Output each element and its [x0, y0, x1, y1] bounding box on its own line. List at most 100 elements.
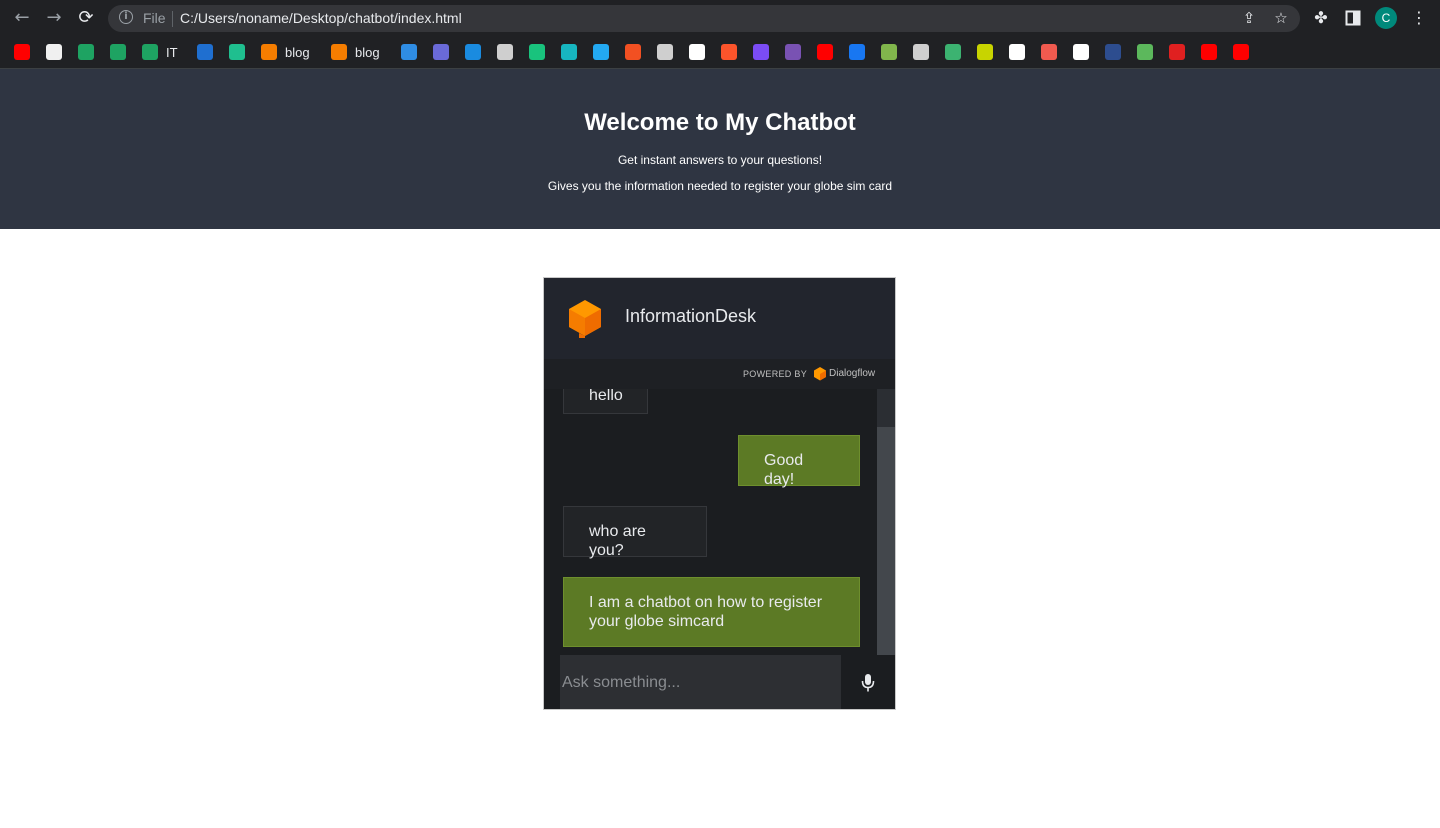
app-icon	[229, 44, 245, 60]
browser-chrome: ← → ⟳ i File C:/Users/noname/Desktop/cha…	[0, 0, 1440, 69]
back-arrow-icon[interactable]: ←	[10, 6, 34, 30]
bookmark-item[interactable]	[753, 44, 769, 60]
more-menu-icon[interactable]: ⋮	[1408, 7, 1430, 29]
bookmark-item[interactable]	[1009, 44, 1025, 60]
bookmark-item[interactable]	[625, 44, 641, 60]
bookmark-item[interactable]	[529, 44, 545, 60]
bookmark-item[interactable]: blog	[261, 44, 310, 60]
lock-icon	[1169, 44, 1185, 60]
bookmark-item[interactable]	[817, 44, 833, 60]
bookmark-label: blog	[285, 44, 310, 60]
github-icon	[46, 44, 62, 60]
page-subtitle: Get instant answers to your questions!	[617, 153, 823, 167]
bookmark-item[interactable]	[401, 44, 417, 60]
message-scrollbar[interactable]	[877, 389, 895, 655]
chat-input-bar	[544, 655, 895, 709]
globe-icon	[657, 44, 673, 60]
bookmark-item[interactable]	[881, 44, 897, 60]
profile-avatar[interactable]: C	[1375, 7, 1397, 29]
scrollbar-thumb[interactable]	[877, 427, 895, 655]
dialogflow-small-icon	[814, 367, 826, 381]
bookmark-item[interactable]	[657, 44, 673, 60]
share-icon[interactable]: ⇪	[1239, 8, 1259, 28]
site-info-icon[interactable]: i	[119, 10, 133, 24]
url-text[interactable]: C:/Users/noname/Desktop/chatbot/index.ht…	[180, 10, 462, 26]
wn-icon	[465, 44, 481, 60]
facebook-icon	[849, 44, 865, 60]
app-icon	[1137, 44, 1153, 60]
chess-icon	[881, 44, 897, 60]
bookmarks-bar: IT blog blog	[0, 36, 1440, 69]
app-icon	[945, 44, 961, 60]
cube-icon	[561, 44, 577, 60]
bookmark-item[interactable]	[1073, 44, 1089, 60]
bookmark-item[interactable]	[913, 44, 929, 60]
bookmark-item[interactable]	[689, 44, 705, 60]
bookmark-item[interactable]	[849, 44, 865, 60]
dialogflow-logo-icon	[569, 300, 601, 338]
bookmark-item[interactable]	[110, 44, 126, 60]
powered-by-label: POWERED BY	[743, 369, 808, 379]
paypal-icon	[197, 44, 213, 60]
bookmark-item[interactable]	[785, 44, 801, 60]
bookmark-item[interactable]	[977, 44, 993, 60]
bookmark-item[interactable]	[229, 44, 245, 60]
app-icon	[433, 44, 449, 60]
bookmark-item[interactable]	[1233, 44, 1249, 60]
youtube-icon	[817, 44, 833, 60]
openai-icon	[529, 44, 545, 60]
bookmark-item[interactable]	[433, 44, 449, 60]
bookmark-item[interactable]	[46, 44, 62, 60]
chat-input[interactable]	[560, 655, 841, 709]
bookmark-item[interactable]	[14, 44, 30, 60]
address-bar[interactable]: i File C:/Users/noname/Desktop/chatbot/i…	[108, 5, 1300, 32]
chat-widget: InformationDesk POWERED BY Dialogflow he…	[543, 277, 896, 710]
mic-button[interactable]	[841, 655, 895, 709]
google-drive-icon	[110, 44, 126, 60]
bookmark-item[interactable]	[465, 44, 481, 60]
bookmark-item[interactable]	[1169, 44, 1185, 60]
bookmark-label: IT	[166, 44, 178, 60]
reload-icon[interactable]: ⟳	[74, 6, 98, 30]
page-title: Welcome to My Chatbot	[584, 109, 856, 136]
bookmark-item[interactable]	[593, 44, 609, 60]
bookmark-star-icon[interactable]: ☆	[1271, 8, 1291, 28]
bookmark-item[interactable]: blog	[331, 44, 380, 60]
bookmark-item[interactable]	[561, 44, 577, 60]
bookmark-item[interactable]	[1201, 44, 1217, 60]
bookmark-item[interactable]	[497, 44, 513, 60]
x-site-icon	[977, 44, 993, 60]
globe-icon	[497, 44, 513, 60]
side-panel-icon[interactable]	[1342, 7, 1364, 29]
bookmark-item[interactable]: IT	[142, 44, 178, 60]
ff-icon	[1073, 44, 1089, 60]
bookmark-item[interactable]	[945, 44, 961, 60]
bookmark-item[interactable]	[721, 44, 737, 60]
bookmark-item[interactable]	[78, 44, 94, 60]
chat-header: InformationDesk	[544, 278, 895, 359]
brave-icon	[721, 44, 737, 60]
youtube-icon	[1233, 44, 1249, 60]
message-list: hello Good day! who are you? I am a chat…	[544, 389, 877, 655]
bookmark-item[interactable]	[1105, 44, 1121, 60]
microphone-icon	[861, 674, 875, 692]
dialogflow-wordmark: Dialogflow	[829, 368, 876, 379]
google-drive-icon	[78, 44, 94, 60]
blogger-icon	[261, 44, 277, 60]
youtube-icon	[1201, 44, 1217, 60]
bot-message: Good day!	[738, 435, 860, 488]
page-description: Gives you the information needed to regi…	[547, 179, 893, 193]
forward-arrow-icon[interactable]: →	[42, 6, 66, 30]
globe-icon	[913, 44, 929, 60]
app-icon	[753, 44, 769, 60]
bootstrap-icon	[785, 44, 801, 60]
bookmark-item[interactable]	[197, 44, 213, 60]
vs-code-icon	[593, 44, 609, 60]
extensions-puzzle-icon[interactable]: ✤	[1310, 7, 1332, 29]
page-header: Welcome to My Chatbot Get instant answer…	[0, 69, 1440, 229]
app-icon	[1009, 44, 1025, 60]
tools-icon	[1041, 44, 1057, 60]
bookmark-item[interactable]	[1137, 44, 1153, 60]
bookmark-item[interactable]	[1041, 44, 1057, 60]
bot-message: I am a chatbot on how to register your g…	[563, 577, 860, 647]
